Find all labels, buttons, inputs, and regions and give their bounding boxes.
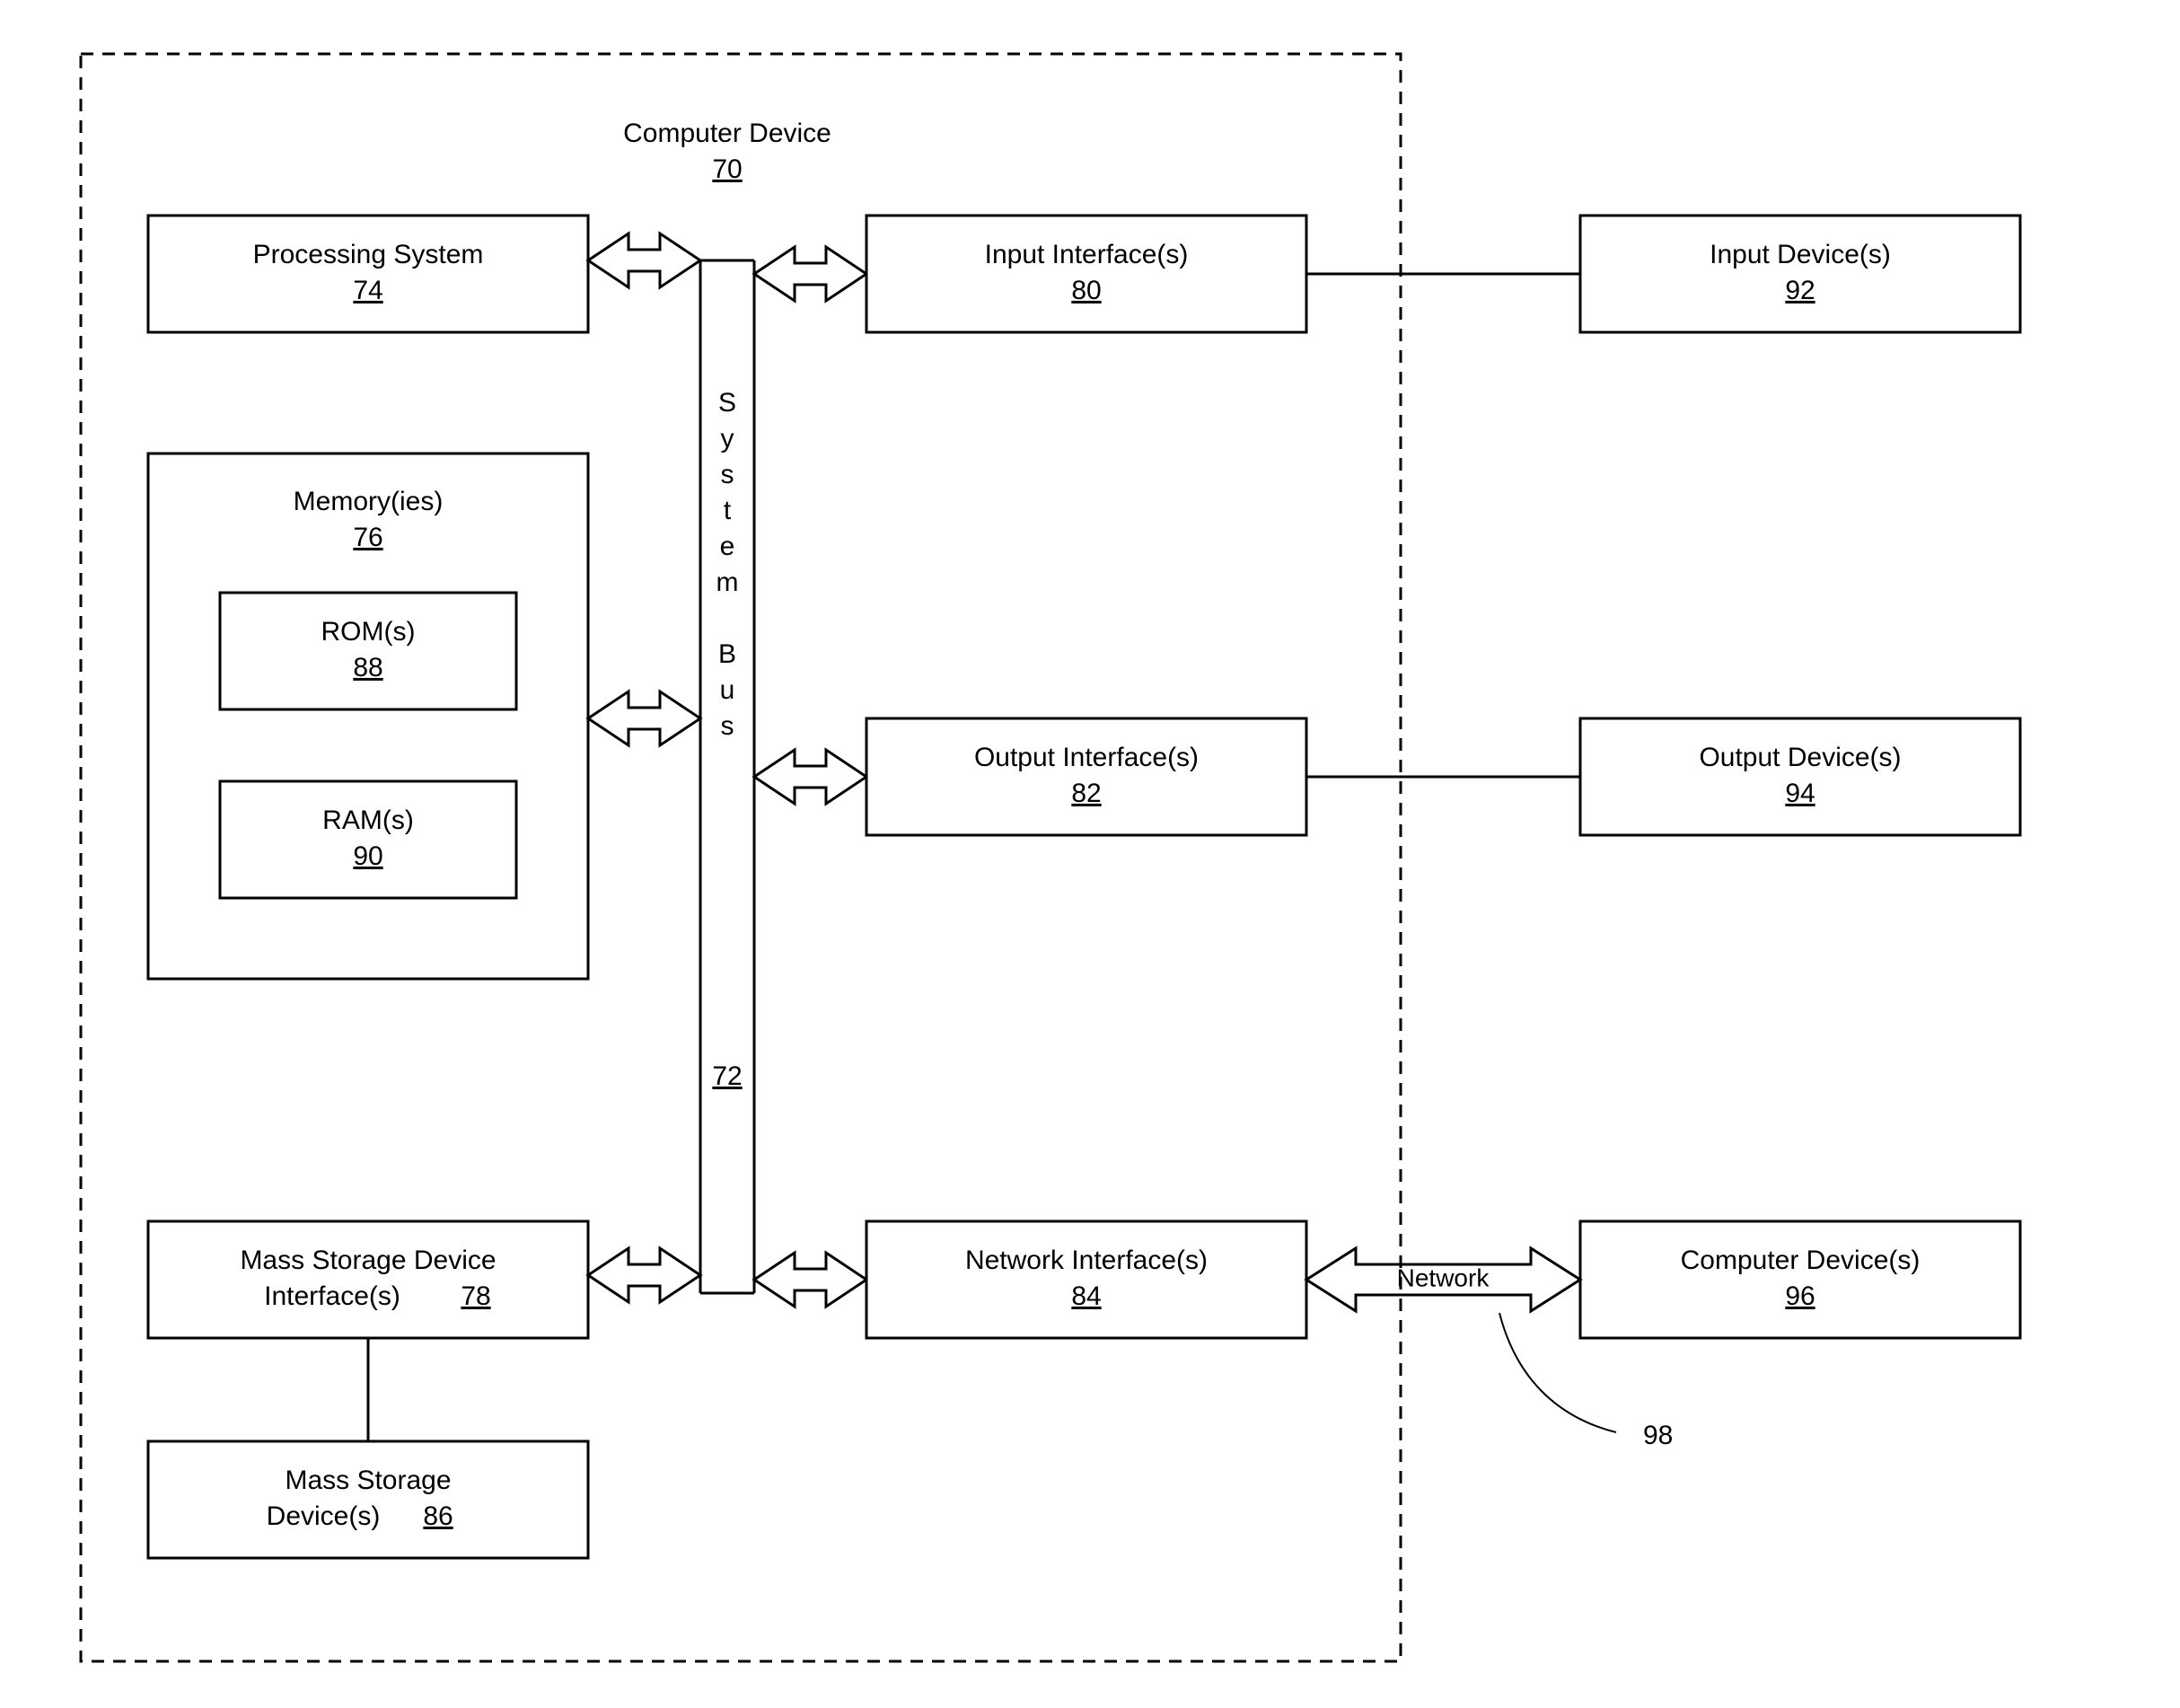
rom-box: ROM(s) 88 [220, 593, 516, 709]
input-interface-box: Input Interface(s) 80 [866, 216, 1306, 332]
processing-system-box: Processing System 74 [148, 216, 588, 332]
arrow-proc-bus [588, 233, 700, 287]
arrow-bus-outif [754, 750, 866, 804]
svg-text:S: S [718, 388, 736, 418]
arrow-massif-bus [588, 1248, 700, 1302]
cpudev-num: 96 [1785, 1281, 1815, 1311]
svg-text:y: y [721, 424, 734, 453]
rom-label: ROM(s) [321, 617, 416, 647]
output-device-box: Output Device(s) 94 [1580, 718, 2020, 835]
arrow-bus-netif [754, 1253, 866, 1307]
arrow-netif-cpudev: Network [1306, 1248, 1580, 1311]
svg-text:m: m [716, 568, 739, 597]
indev-label: Input Device(s) [1710, 240, 1891, 269]
memory-box: Memory(ies) 76 ROM(s) 88 RAM(s) 90 [148, 453, 588, 979]
ram-label: RAM(s) [322, 806, 414, 835]
svg-text:t: t [724, 496, 732, 525]
network-label: Network [1397, 1263, 1490, 1291]
svg-text:u: u [720, 675, 735, 705]
outdev-label: Output Device(s) [1699, 743, 1901, 772]
svg-text:B: B [718, 639, 736, 669]
bus-num: 72 [712, 1061, 742, 1091]
mass-label: Mass Storage [285, 1466, 451, 1495]
indev-num: 92 [1785, 276, 1815, 305]
arrow-bus-inif [754, 247, 866, 301]
mass-storage-device-box: Mass Storage 86 [148, 1441, 588, 1558]
inif-label: Input Interface(s) [985, 240, 1189, 269]
memory-label: Memory(ies) [294, 487, 444, 516]
diagram-root: Computer Device 70 Processing System 74 … [0, 0, 2180, 1708]
memory-num: 76 [353, 523, 382, 552]
cpudev-label: Computer Device(s) [1681, 1246, 1921, 1275]
title-num: 70 [712, 154, 742, 184]
outif-num: 82 [1071, 779, 1101, 808]
ram-num: 90 [353, 841, 382, 871]
network-num: 98 [1643, 1421, 1673, 1450]
input-device-box: Input Device(s) 92 [1580, 216, 2020, 332]
system-bus: S y s t e m B u s 72 [700, 260, 754, 1293]
svg-text:e: e [720, 532, 735, 561]
mass-if-num: 78 [461, 1281, 490, 1311]
netif-num: 84 [1071, 1281, 1101, 1311]
title-label: Computer Device [623, 119, 831, 148]
mass-label2: Device(s) [267, 1501, 381, 1531]
output-interface-box: Output Interface(s) 82 [866, 718, 1306, 835]
ram-box: RAM(s) 90 [220, 781, 516, 898]
outdev-num: 94 [1785, 779, 1815, 808]
processing-system-label: Processing System [253, 240, 484, 269]
inif-num: 80 [1071, 276, 1101, 305]
processing-system-num: 74 [353, 276, 382, 305]
arrow-mem-bus [588, 691, 700, 745]
outif-label: Output Interface(s) [974, 743, 1199, 772]
netif-label: Network Interface(s) [965, 1246, 1208, 1275]
mass-storage-interface-box: Mass Storage Device 78 [148, 1221, 588, 1338]
mass-if-label: Mass Storage Device [240, 1246, 496, 1275]
svg-text:s: s [721, 460, 734, 489]
network-interface-box: Network Interface(s) 84 [866, 1221, 1306, 1338]
rom-num: 88 [353, 653, 382, 682]
computer-device-box: Computer Device(s) 96 [1580, 1221, 2020, 1338]
svg-text:s: s [721, 711, 734, 741]
mass-num: 86 [423, 1501, 453, 1531]
mass-if-label2: Interface(s) [264, 1281, 400, 1311]
